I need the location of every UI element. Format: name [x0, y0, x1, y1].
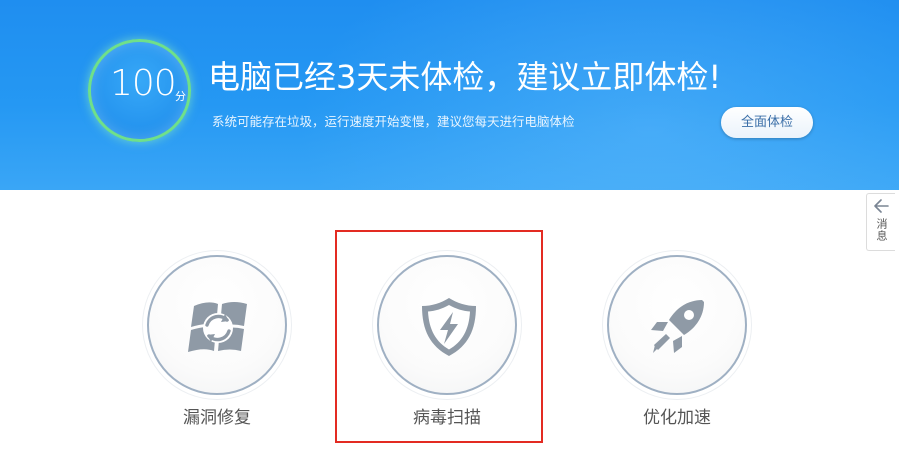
score-value: 100 — [110, 63, 177, 104]
windows-repair-icon — [188, 302, 247, 352]
message-side-tab[interactable]: 消息 — [866, 193, 895, 251]
full-checkup-button[interactable]: 全面体检 — [721, 107, 813, 138]
checkup-headline: 电脑已经3天未体检，建议立即体检! — [208, 58, 722, 96]
security-home-page: 100 分 电脑已经3天未体检，建议立即体检! 系统可能存在垃圾，运行速度开始变… — [0, 0, 899, 471]
tool-optimize-speedup[interactable]: 优化加速 — [607, 255, 747, 430]
tool-label: 漏洞修复 — [183, 408, 251, 428]
highlight-box — [335, 230, 543, 443]
arrow-left-icon — [874, 199, 889, 213]
score-unit: 分 — [175, 90, 186, 103]
checkup-banner: 100 分 电脑已经3天未体检，建议立即体检! 系统可能存在垃圾，运行速度开始变… — [0, 0, 899, 190]
message-tab-label: 消息 — [875, 218, 888, 242]
checkup-subline: 系统可能存在垃圾，运行速度开始变慢，建议您每天进行电脑体检 — [212, 114, 575, 129]
tool-circle[interactable] — [147, 255, 287, 395]
tool-circle[interactable] — [607, 255, 747, 395]
tool-vulnerability-repair[interactable]: 漏洞修复 — [147, 255, 287, 430]
rocket-icon — [651, 300, 704, 353]
tool-label: 优化加速 — [643, 408, 711, 428]
